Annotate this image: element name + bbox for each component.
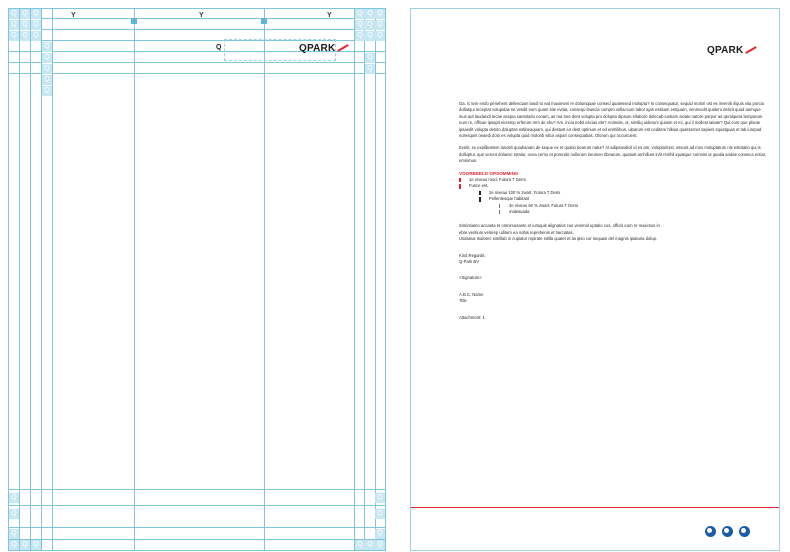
grid-cell: Q [31,20,41,30]
grid-cell: Q [9,529,19,539]
footer-globe-icon [705,526,716,537]
grid-cell: Q [31,9,41,19]
grid-cell: Q [9,509,19,519]
red-bullet-icon [459,178,461,183]
grid-cell: Q [365,31,375,41]
qpark-slash-icon [337,44,350,53]
grid-cell: Q [375,493,385,503]
grid-cell: Q [375,529,385,539]
column-label: Y [71,12,76,19]
attachment-line: Attachment: 1 [459,314,485,320]
grid-cell: Q [9,20,19,30]
guide-line [9,527,385,528]
grid-cell: Q [42,86,52,96]
footer-globe-icon [739,526,750,537]
qpark-logo: QPARK [707,45,758,56]
red-bullet-icon [459,184,461,189]
grey-bullet-icon [499,210,500,215]
footer-divider [411,507,779,508]
letter-page: QPARK Ga. Ic tem endo penehent dellescia… [410,8,780,551]
grid-template-page: Y Y Y Q Q Q Q Q Q Q Q Q Q Q Q Q Q Q Q Q … [8,8,386,551]
guide-line [9,29,385,30]
grid-cell: Q [42,64,52,74]
column-marker [261,18,267,24]
grid-cell: Q [20,20,30,30]
grid-cell: Q [20,540,30,550]
grid-cell: Q [355,31,365,41]
grid-cell: Q [375,20,385,30]
guide-line [52,9,53,550]
grid-cell: Q [375,9,385,19]
guide-line [375,9,376,550]
guide-line [134,9,135,550]
qpark-logo-text: QPARK [299,43,336,54]
black-bullet-icon [479,197,481,202]
paragraph-3: Simintiamo accaeta et omnimusanto et ium… [459,223,660,242]
column-marker [131,18,137,24]
footer-globe-icon [722,526,733,537]
grid-cell: Q [9,493,19,503]
guide-line [9,539,385,540]
grid-cell-q: Q [216,44,222,51]
grid-cell: Q [42,42,52,52]
guide-line [364,9,365,550]
paragraph-1: Ga. Ic tem endo penehent dellesciam land… [459,101,764,139]
qpark-logo-text: QPARK [707,45,744,56]
grid-cell: Q [365,53,375,63]
grid-cell: Q [365,20,375,30]
grid-cell: Q [42,75,52,85]
grid-cell: Q [31,31,41,41]
grid-cell: Q [375,509,385,519]
grid-cell: Q [9,540,19,550]
qpark-slash-icon [745,46,758,55]
guide-line [30,9,31,550]
grid-cell: Q [31,540,41,550]
guide-line [19,9,20,550]
closing-company: Q-Park BV [459,259,480,265]
grid-cell: Q [42,53,52,63]
guide-line [354,9,355,550]
letter-body: Ga. Ic tem endo penehent dellesciam land… [459,101,769,321]
column-label: Y [327,12,332,19]
closing-block: Kind Regards, Q-Park BV [459,253,769,266]
black-bullet-icon [479,190,481,196]
grey-bullet-icon [499,203,500,209]
guide-line [9,62,385,63]
guide-line [264,9,265,550]
qpark-logo: QPARK [299,43,350,54]
grid-cell: Q [365,9,375,19]
grid-cell: Q [355,540,365,550]
guide-line [9,73,385,74]
grid-cell: Q [355,20,365,30]
grid-cell: Q [20,31,30,41]
grid-cell: Q [375,31,385,41]
grid-cell: Q [20,9,30,19]
list-item: malesuada [459,209,769,215]
guide-line [9,505,385,506]
grid-cell: Q [355,9,365,19]
signature-placeholder: <Signature> [459,275,482,281]
grid-cell: Q [9,31,19,41]
signer-block: A.B.C. Name Title [459,292,769,305]
column-label: Y [199,12,204,19]
guide-line [9,489,385,490]
grid-cell: Q [365,64,375,74]
grid-cell: Q [375,540,385,550]
grid-cell: Q [365,540,375,550]
bullet-list: 1e niveau rood, Futura T Demi Fusce est.… [459,177,769,215]
paragraph-2: Evelit, ex explibustem landeli quodianam… [459,145,767,164]
signer-title: Title [459,298,467,304]
grid-cell: Q [9,9,19,19]
